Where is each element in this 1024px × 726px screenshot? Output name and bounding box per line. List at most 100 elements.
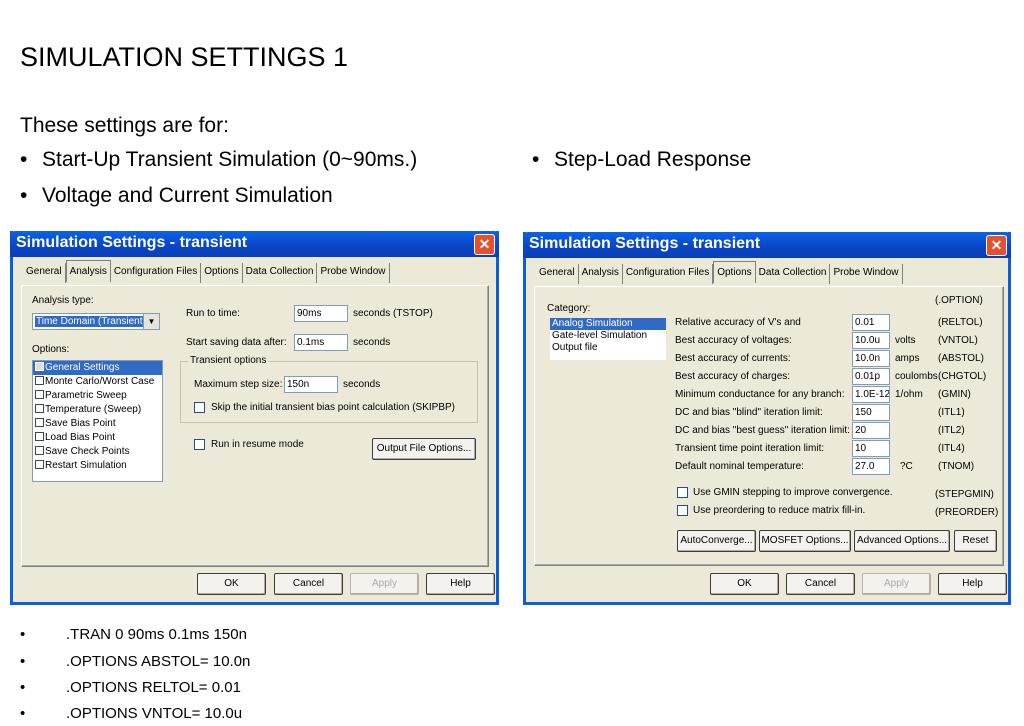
list-item[interactable]: Temperature (Sweep)	[33, 403, 162, 417]
itl4-input[interactable]: 10	[852, 440, 890, 457]
list-item[interactable]: Gate-level Simulation	[550, 330, 666, 342]
analysis-type-select[interactable]: Time Domain (Transient) ▼	[32, 313, 160, 330]
tab-data-collection[interactable]: Data Collection	[243, 263, 318, 283]
resume-label: Run in resume mode	[211, 439, 304, 450]
close-icon[interactable]: ✕	[986, 235, 1007, 256]
row-unit: 1/ohm	[895, 389, 923, 400]
row-label: Best accuracy of currents:	[675, 353, 791, 364]
cancel-button[interactable]: Cancel	[786, 573, 855, 595]
apply-button[interactable]: Apply	[350, 573, 419, 595]
checkbox-icon[interactable]	[35, 446, 44, 455]
ok-button[interactable]: OK	[197, 573, 266, 595]
footnote-abstol: • .OPTIONS ABSTOL= 10.0n	[20, 653, 251, 670]
tab-panel: Category: Analog Simulation Gate-level S…	[534, 286, 1004, 566]
checkbox-icon[interactable]	[35, 404, 44, 413]
run-to-input[interactable]: 90ms	[294, 305, 348, 322]
row-param: (ABSTOL)	[938, 353, 984, 364]
start-saving-input[interactable]: 0.1ms	[294, 334, 348, 351]
checkbox-icon[interactable]	[35, 376, 44, 385]
row-label: Best accuracy of charges:	[675, 371, 791, 382]
option-header: (.OPTION)	[935, 295, 983, 306]
help-button[interactable]: Help	[938, 573, 1007, 595]
advanced-options-button[interactable]: Advanced Options...	[854, 530, 950, 552]
apply-button[interactable]: Apply	[862, 573, 931, 595]
close-icon[interactable]: ✕	[474, 234, 495, 255]
mosfet-options-button[interactable]: MOSFET Options...	[759, 530, 851, 552]
dialog-analysis: Simulation Settings - transient ✕ Genera…	[10, 231, 499, 605]
row-label: DC and bias "best guess" iteration limit…	[675, 425, 850, 436]
row-label: Relative accuracy of V's and	[675, 317, 801, 328]
preorder-label: Use preordering to reduce matrix fill-in…	[693, 505, 866, 516]
checkbox-icon[interactable]	[35, 390, 44, 399]
list-item[interactable]: Save Bias Point	[33, 417, 162, 431]
row-param: (ITL2)	[938, 425, 965, 436]
list-item[interactable]: Save Check Points	[33, 445, 162, 459]
list-item[interactable]: Output file	[550, 342, 666, 354]
tab-analysis[interactable]: Analysis	[579, 264, 623, 284]
preorder-checkbox[interactable]	[677, 505, 688, 516]
tab-data-collection[interactable]: Data Collection	[756, 264, 831, 284]
bullet-text: Start-Up Transient Simulation (0~90ms.)	[42, 148, 418, 171]
list-item[interactable]: Parametric Sweep	[33, 389, 162, 403]
start-saving-unit: seconds	[353, 337, 391, 348]
tab-options[interactable]: Options	[713, 261, 756, 283]
tnom-input[interactable]: 27.0	[852, 458, 890, 475]
gmin-stepping-checkbox[interactable]	[677, 487, 688, 498]
abstol-input[interactable]: 10.0n	[852, 350, 890, 367]
bullet-char: •	[20, 148, 28, 171]
tab-general[interactable]: General	[536, 264, 579, 284]
reset-button[interactable]: Reset	[954, 530, 997, 552]
row-param: (RELTOL)	[938, 317, 983, 328]
row-param: (ITL4)	[938, 443, 965, 454]
list-item[interactable]: Restart Simulation	[33, 459, 162, 473]
category-list[interactable]: Analog Simulation Gate-level Simulation …	[549, 317, 667, 361]
bullet-char: •	[20, 705, 26, 722]
dialog-title: Simulation Settings - transient	[529, 235, 761, 252]
row-param: (CHGTOL)	[938, 371, 987, 382]
chgtol-input[interactable]: 0.01p	[852, 368, 890, 385]
autoconverge-button[interactable]: AutoConverge...	[677, 530, 756, 552]
row-param: (GMIN)	[938, 389, 971, 400]
stepgmin-param: (STEPGMIN)	[935, 489, 994, 500]
tab-probe-window[interactable]: Probe Window	[317, 263, 390, 283]
dialog-options: Simulation Settings - transient ✕ Genera…	[523, 232, 1011, 605]
list-item[interactable]: Load Bias Point	[33, 431, 162, 445]
checkbox-icon[interactable]	[35, 460, 44, 469]
checkbox-icon[interactable]	[35, 362, 44, 371]
checkbox-icon[interactable]	[35, 418, 44, 427]
slide-title: SIMULATION SETTINGS 1	[20, 42, 349, 72]
cancel-button[interactable]: Cancel	[274, 573, 343, 595]
bullet-text: Voltage and Current Simulation	[42, 184, 333, 207]
bullet-char: •	[20, 653, 26, 670]
tab-general[interactable]: General	[23, 263, 66, 283]
chevron-down-icon[interactable]: ▼	[143, 314, 159, 329]
itl2-input[interactable]: 20	[852, 422, 890, 439]
tab-configuration-files[interactable]: Configuration Files	[111, 263, 202, 283]
help-button[interactable]: Help	[426, 573, 495, 595]
ok-button[interactable]: OK	[710, 573, 779, 595]
row-unit: amps	[895, 353, 920, 364]
list-item[interactable]: Analog Simulation	[550, 318, 666, 330]
list-item[interactable]: General Settings	[33, 361, 162, 375]
output-file-options-button[interactable]: Output File Options...	[372, 438, 476, 460]
title-bar: Simulation Settings - transient ✕	[523, 232, 1011, 258]
reltol-input[interactable]: 0.01	[852, 314, 890, 331]
footnote-vntol: • .OPTIONS VNTOL= 10.0u	[20, 705, 243, 722]
options-list[interactable]: General Settings Monte Carlo/Worst Case …	[32, 360, 163, 482]
checkbox-icon[interactable]	[35, 432, 44, 441]
tab-analysis[interactable]: Analysis	[65, 260, 111, 282]
dialog-title: Simulation Settings - transient	[16, 234, 248, 251]
list-item[interactable]: Monte Carlo/Worst Case	[33, 375, 162, 389]
skip-bias-checkbox[interactable]	[194, 402, 205, 413]
tab-options[interactable]: Options	[201, 263, 243, 283]
tab-configuration-files[interactable]: Configuration Files	[623, 264, 714, 284]
row-unit: volts	[895, 335, 916, 346]
itl1-input[interactable]: 150	[852, 404, 890, 421]
resume-checkbox[interactable]	[194, 439, 205, 450]
max-step-input[interactable]: 150n	[284, 376, 338, 393]
vntol-input[interactable]: 10.0u	[852, 332, 890, 349]
run-to-label: Run to time:	[186, 308, 240, 319]
gmin-input[interactable]: 1.0E-12	[852, 386, 890, 403]
preorder-param: (PREORDER)	[935, 507, 999, 518]
tab-probe-window[interactable]: Probe Window	[830, 264, 903, 284]
